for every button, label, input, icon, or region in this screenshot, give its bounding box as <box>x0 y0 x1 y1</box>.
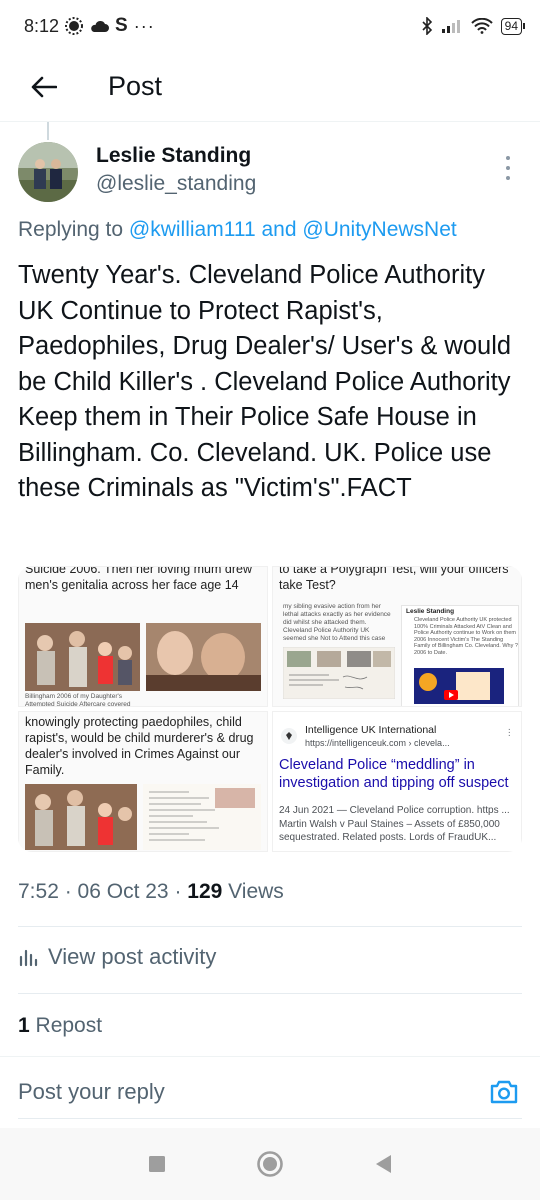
result-source: Intelligence UK International <box>305 724 437 736</box>
thread-line <box>47 122 49 140</box>
reply-input[interactable]: Post your reply <box>18 1079 486 1105</box>
media-image-4[interactable]: Intelligence UK International https://in… <box>272 711 522 852</box>
mention-link-1[interactable]: @kwilliam111 <box>129 218 256 241</box>
camera-button[interactable] <box>486 1074 522 1110</box>
arrow-left-icon <box>31 76 57 97</box>
image3-top-text: knowingly protecting paedophiles, child … <box>25 715 254 777</box>
result-headline[interactable]: Cleveland Police “meddling” in investiga… <box>279 756 521 792</box>
replying-and: and <box>255 218 303 241</box>
recents-button[interactable] <box>137 1144 177 1184</box>
home-button[interactable] <box>250 1144 290 1184</box>
repost-number: 1 <box>18 1014 30 1037</box>
s-app-icon: S <box>115 15 128 36</box>
triangle-back-icon <box>376 1155 392 1173</box>
divider <box>18 926 522 927</box>
header: Post <box>0 52 540 122</box>
status-time: 8:12 <box>24 15 60 36</box>
post-text: Twenty Year's. Cleveland Police Authorit… <box>18 261 512 502</box>
post-time: 7:52 <box>18 880 59 903</box>
settings-icon <box>65 17 84 35</box>
mention-link-2[interactable]: @UnityNewsNet <box>302 218 456 241</box>
media-image-3[interactable]: knowingly protecting paedophiles, child … <box>18 711 268 852</box>
image1-top-text: Suicide 2006. Then her loving mum drew m… <box>25 566 252 592</box>
back-button[interactable] <box>24 67 64 107</box>
view-activity-label: View post activity <box>48 944 217 969</box>
separator: · <box>58 880 78 903</box>
image2-top-text: to take a Polygraph Test, will your offi… <box>279 566 509 592</box>
embedded-tweet-name: Leslie Standing <box>406 608 455 615</box>
video-thumbnail <box>414 668 504 704</box>
divider <box>18 993 522 994</box>
divider <box>18 1118 522 1119</box>
replying-to: Replying to @kwilliam111 and @UnityNewsN… <box>18 218 528 242</box>
bluetooth-icon <box>422 17 432 35</box>
media-image-2[interactable]: to take a Polygraph Test, will your offi… <box>272 566 522 707</box>
author-handle[interactable]: @leslie_standing <box>96 172 256 196</box>
post-author: Leslie Standing @leslie_standing <box>18 142 522 206</box>
repost-label: Repost <box>29 1014 103 1037</box>
result-snippet: 24 Jun 2021 — Cleveland Police corruptio… <box>279 805 510 843</box>
avatar[interactable] <box>18 142 78 202</box>
post-date: 06 Oct 23 <box>77 880 169 903</box>
camera-icon <box>490 1080 518 1103</box>
more-dot-icon <box>506 156 510 160</box>
page-title: Post <box>108 71 163 101</box>
author-name[interactable]: Leslie Standing <box>96 144 256 168</box>
media-grid: Suicide 2006. Then her loving mum drew m… <box>18 566 522 852</box>
circle-icon <box>257 1151 283 1177</box>
reply-bar: Post your reply <box>0 1056 540 1126</box>
views-count: 129 <box>187 880 223 903</box>
result-url: https://intelligenceuk.com › clevela... <box>305 738 450 748</box>
replying-prefix: Replying to <box>18 218 129 241</box>
photo-document-thumbnail <box>25 784 261 850</box>
image2-doc-text: my sibling evasive action from her letha… <box>283 603 391 642</box>
image1-caption: Billingham 2006 of my Daughter's Attempt… <box>25 693 131 707</box>
more-options-button[interactable] <box>498 156 518 180</box>
square-icon <box>148 1156 165 1172</box>
system-back-button[interactable] <box>363 1144 403 1184</box>
views-label: Views <box>222 880 284 903</box>
status-bar: 8:12 S ··· 94 <box>0 0 540 52</box>
photo-thumbnail <box>25 623 261 691</box>
cloud-icon <box>91 20 110 32</box>
system-nav-bar <box>0 1128 540 1200</box>
reposts-count[interactable]: 1 Repost <box>18 1014 102 1038</box>
analytics-icon <box>19 949 38 967</box>
view-activity-button[interactable]: View post activity <box>18 944 216 970</box>
site-favicon-icon <box>281 728 297 744</box>
more-notifications-icon: ··· <box>133 15 155 36</box>
embedded-tweet-text: Cleveland Police Authority UK protected … <box>414 617 518 656</box>
more-dot-icon <box>506 176 510 180</box>
separator: · <box>168 880 188 903</box>
more-dot-icon <box>506 166 510 170</box>
result-more-icon[interactable]: · · · <box>508 725 511 741</box>
battery-icon: 94 <box>500 17 526 35</box>
media-image-1[interactable]: Suicide 2006. Then her loving mum drew m… <box>18 566 268 707</box>
embedded-tweet-card: Leslie Standing Cleveland Police Authori… <box>401 605 519 706</box>
signal-icon <box>441 20 460 33</box>
wifi-icon <box>470 18 493 34</box>
post-metadata: 7:52 · 06 Oct 23 · 129 Views <box>18 880 284 904</box>
document-thumbnail <box>283 647 395 699</box>
